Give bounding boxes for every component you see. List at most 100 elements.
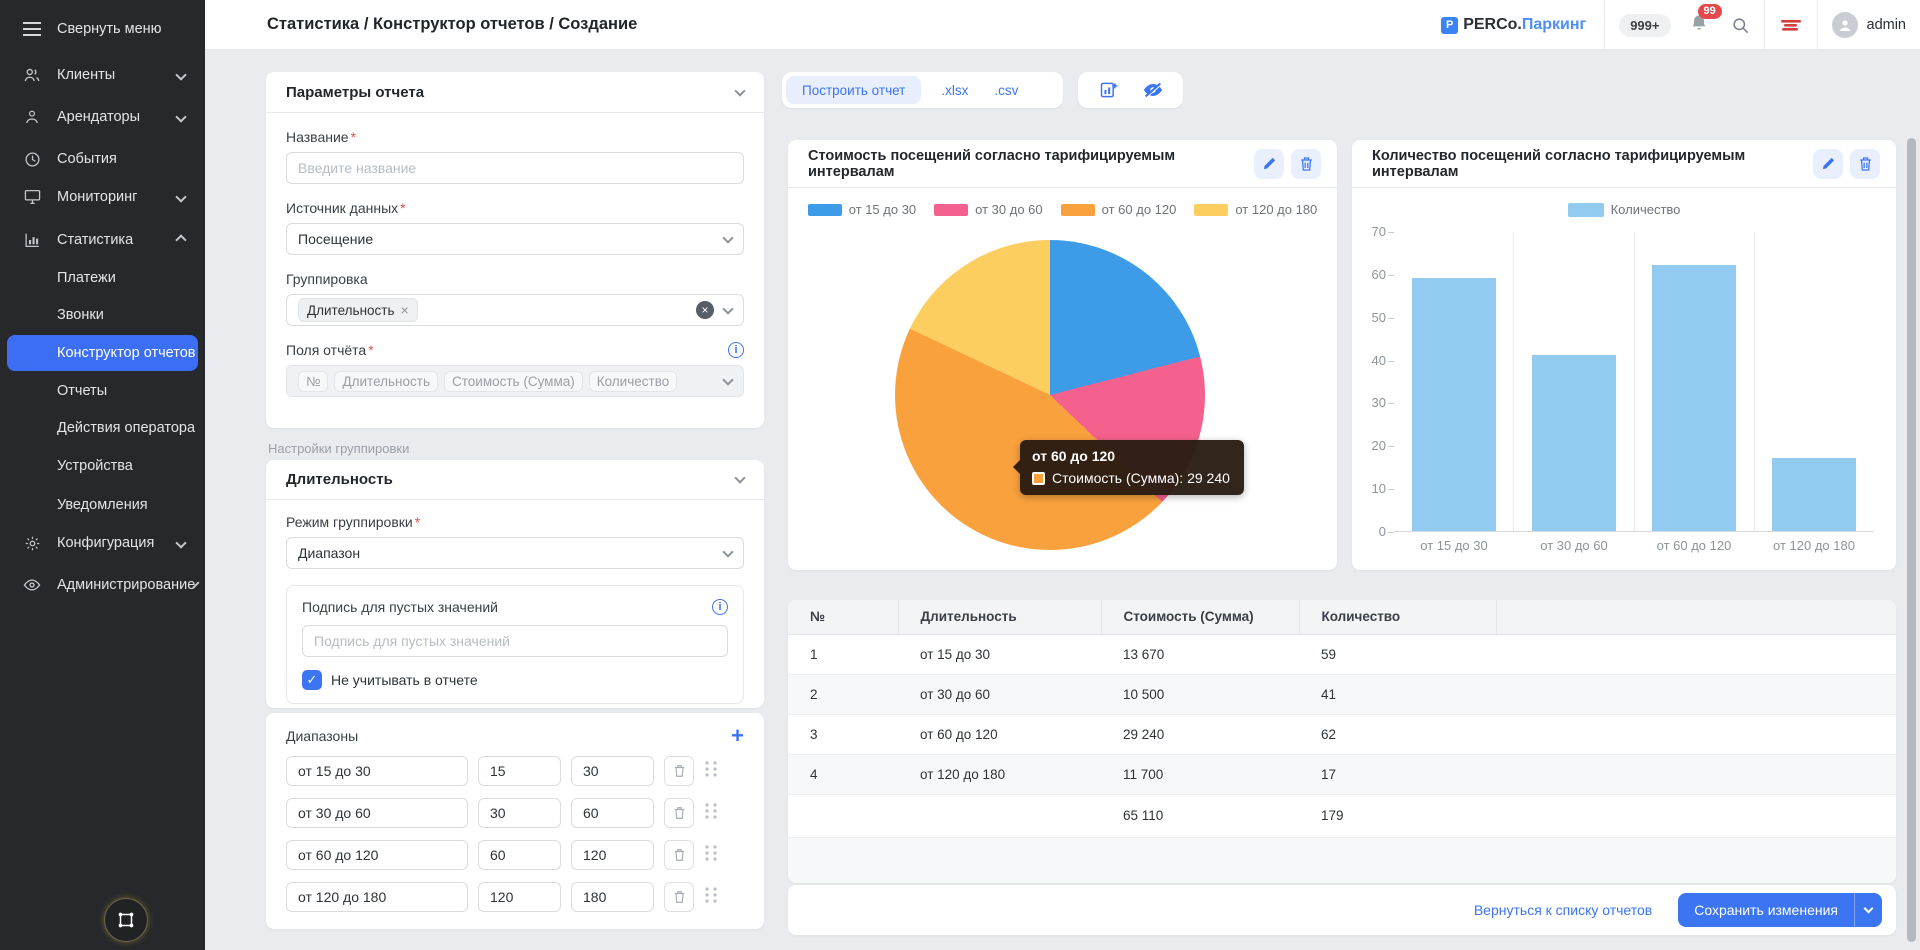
delete-range-button[interactable] — [664, 798, 694, 828]
user-name[interactable]: admin — [1867, 17, 1907, 33]
notifications-button[interactable]: 99 — [1689, 13, 1709, 38]
export-xlsx-button[interactable]: .xlsx — [921, 83, 988, 98]
notifications-count-badge: 99 — [1698, 4, 1722, 19]
sidebar-item-calls[interactable]: Звонки — [0, 297, 205, 333]
chip-remove-icon[interactable]: × — [401, 302, 409, 318]
sidebar-item-events[interactable]: События — [0, 141, 205, 177]
chevron-down-icon — [175, 191, 186, 202]
edit-chart-button[interactable] — [1254, 149, 1284, 179]
annotation-tool-button[interactable] — [104, 898, 148, 942]
legend-item[interactable]: от 30 до 60 — [934, 202, 1042, 217]
table-row[interactable]: 2от 30 до 6010 50041 — [788, 674, 1896, 714]
range-name-input[interactable] — [286, 840, 468, 870]
sidebar-item-monitoring[interactable]: Мониторинг — [0, 179, 205, 215]
page-scrollbar[interactable] — [1907, 138, 1916, 942]
bar[interactable] — [1652, 265, 1736, 531]
range-from-input[interactable] — [478, 798, 561, 828]
range-from-input[interactable] — [478, 840, 561, 870]
drag-handle[interactable] — [704, 760, 718, 783]
info-icon[interactable]: i — [712, 599, 728, 615]
range-name-input[interactable] — [286, 756, 468, 786]
sidebar-item-statistics[interactable]: Статистика — [0, 222, 205, 258]
table-row[interactable]: 3от 60 до 12029 24062 — [788, 714, 1896, 754]
legend-item[interactable]: от 60 до 120 — [1061, 202, 1177, 217]
drag-handle[interactable] — [704, 886, 718, 909]
table-row[interactable]: 4от 120 до 18011 70017 — [788, 754, 1896, 794]
col-count: Количество — [1299, 600, 1496, 634]
export-csv-button[interactable]: .csv — [988, 83, 1038, 98]
report-table-card: № Длительность Стоимость (Сумма) Количес… — [788, 600, 1896, 883]
exclude-checkbox[interactable]: ✓ — [302, 670, 322, 690]
build-report-button[interactable]: Построить отчет — [786, 76, 921, 104]
bar[interactable] — [1532, 355, 1616, 531]
table-row[interactable]: 1от 15 до 3013 67059 — [788, 634, 1896, 674]
delete-chart-button[interactable] — [1850, 149, 1880, 179]
add-chart-button[interactable] — [1094, 75, 1124, 105]
bar-plot-area[interactable] — [1394, 232, 1874, 532]
grouping-mode-select[interactable]: Диапазон — [286, 537, 744, 569]
exclude-checkbox-label: Не учитывать в отчете — [331, 672, 478, 688]
pie-chart-title: Стоимость посещений согласно тарифицируе… — [808, 148, 1254, 180]
pie-chart[interactable] — [895, 240, 1205, 550]
bar[interactable] — [1772, 458, 1856, 531]
avatar[interactable] — [1832, 12, 1858, 38]
drag-dots-icon — [704, 844, 718, 862]
logs-button[interactable] — [1779, 17, 1803, 33]
drag-handle[interactable] — [704, 802, 718, 825]
person-icon — [24, 109, 40, 125]
add-range-button[interactable]: + — [731, 727, 744, 745]
grouping-chip[interactable]: Длительность× — [298, 298, 418, 322]
range-to-input[interactable] — [571, 882, 654, 912]
chart-actions-toolbar — [1078, 72, 1183, 108]
info-icon[interactable]: i — [728, 342, 744, 358]
duration-card-header[interactable]: Длительность — [266, 460, 764, 500]
empty-values-input[interactable] — [302, 625, 728, 657]
sidebar-item-administration[interactable]: Администрирование — [0, 567, 205, 603]
y-axis-tick-label: 50 — [1356, 310, 1386, 325]
edit-chart-button[interactable] — [1813, 149, 1843, 179]
sidebar-item-tenants[interactable]: Арендаторы — [0, 99, 205, 135]
range-to-input[interactable] — [571, 798, 654, 828]
sidebar-item-notifications[interactable]: Уведомления — [0, 487, 205, 523]
sidebar-collapse-menu[interactable]: Свернуть меню — [0, 11, 205, 47]
data-source-select[interactable]: Посещение — [286, 223, 744, 255]
sidebar-item-configuration[interactable]: Конфигурация — [0, 525, 205, 561]
range-from-input[interactable] — [478, 882, 561, 912]
report-name-input[interactable] — [286, 152, 744, 184]
save-changes-button[interactable]: Сохранить изменения — [1678, 893, 1882, 927]
drag-handle[interactable] — [704, 844, 718, 867]
delete-range-button[interactable] — [664, 840, 694, 870]
sidebar-item-reports[interactable]: Отчеты — [0, 373, 205, 409]
report-params-header[interactable]: Параметры отчета — [266, 72, 764, 113]
tooltip-text: Стоимость (Сумма): 29 240 — [1052, 470, 1230, 486]
sidebar-item-payments[interactable]: Платежи — [0, 260, 205, 296]
bar[interactable] — [1412, 278, 1496, 531]
range-name-input[interactable] — [286, 882, 468, 912]
counter-badge[interactable]: 999+ — [1619, 14, 1670, 37]
bar-column — [1634, 232, 1754, 531]
legend-item[interactable]: от 15 до 30 — [808, 202, 916, 217]
delete-range-button[interactable] — [664, 882, 694, 912]
grouping-select[interactable]: Длительность× × — [286, 294, 744, 326]
logo-product: Паркинг — [1522, 16, 1586, 33]
delete-chart-button[interactable] — [1291, 149, 1321, 179]
sidebar-item-report-builder[interactable]: Конструктор отчетов — [7, 335, 198, 371]
name-label: Название* — [286, 129, 744, 145]
delete-range-button[interactable] — [664, 756, 694, 786]
range-name-input[interactable] — [286, 798, 468, 828]
hide-charts-button[interactable] — [1138, 75, 1168, 105]
legend-item[interactable]: от 120 до 180 — [1194, 202, 1317, 217]
field-chip: Количество — [589, 371, 678, 392]
clear-selection-icon[interactable]: × — [696, 301, 714, 319]
save-options-caret[interactable] — [1854, 893, 1882, 927]
legend-swatch — [1061, 204, 1095, 216]
sidebar-item-operator-actions[interactable]: Действия оператора — [0, 410, 205, 446]
sidebar-item-devices[interactable]: Устройства — [0, 448, 205, 484]
search-button[interactable] — [1731, 16, 1750, 35]
range-from-input[interactable] — [478, 756, 561, 786]
range-to-input[interactable] — [571, 840, 654, 870]
sidebar-item-clients[interactable]: Клиенты — [0, 57, 205, 93]
monitor-icon — [24, 189, 41, 205]
back-to-reports-link[interactable]: Вернуться к списку отчетов — [1474, 902, 1652, 918]
range-to-input[interactable] — [571, 756, 654, 786]
